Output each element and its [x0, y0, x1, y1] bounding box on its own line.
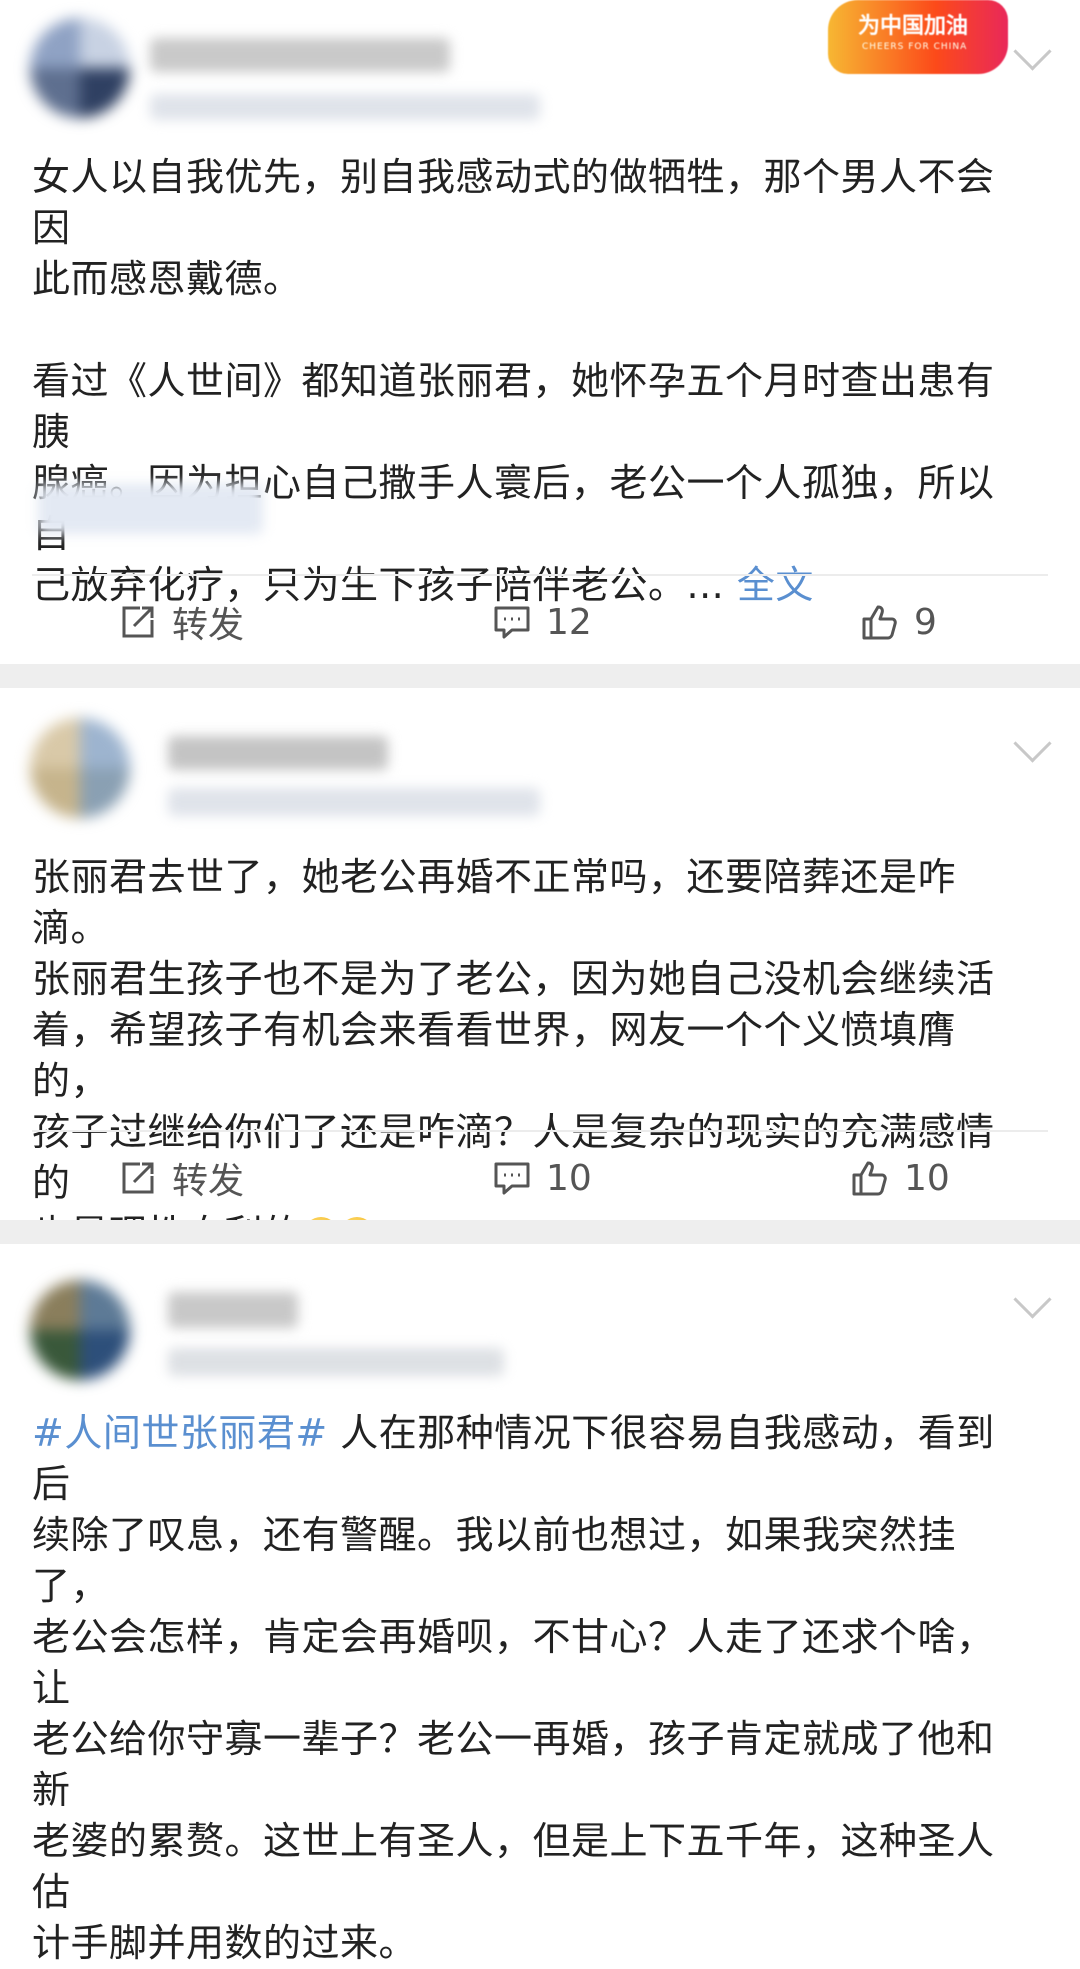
- avatar[interactable]: [30, 1280, 130, 1380]
- like-icon: [862, 605, 897, 640]
- like-button[interactable]: 10: [850, 1138, 950, 1218]
- action-bar: 转发 10 10: [0, 1138, 1080, 1218]
- repost-label: 转发: [172, 1161, 245, 1202]
- repost-button[interactable]: 转发: [118, 1138, 244, 1218]
- username[interactable]: [168, 1292, 298, 1328]
- post-meta: [150, 94, 540, 120]
- comment-icon: [494, 1162, 530, 1195]
- chevron-down-icon[interactable]: [1013, 1280, 1052, 1319]
- comment-count: 12: [546, 601, 592, 643]
- post-separator: [0, 1220, 1080, 1244]
- comment-button[interactable]: 12: [492, 582, 592, 662]
- comment-count: 10: [546, 1157, 592, 1199]
- like-count: 9: [914, 601, 937, 643]
- badge-subtext: CHEERS FOR CHINA: [862, 42, 968, 52]
- cheers-badge: 为中国加油 CHEERS FOR CHINA: [828, 0, 1008, 74]
- chevron-down-icon[interactable]: [1013, 724, 1052, 763]
- source-tag[interactable]: [38, 484, 263, 534]
- feed-post-3: #人间世张丽君# 人在那种情况下很容易自我感动，看到后 续除了叹息，还有警醒。我…: [0, 1244, 1080, 1965]
- post-separator: [0, 664, 1080, 688]
- post-text: 女人以自我优先，别自我感动式的做牺牲，那个男人不会因 此而感恩戴德。 看过《人世…: [32, 155, 995, 607]
- chevron-down-icon[interactable]: [1013, 32, 1052, 71]
- repost-label: 转发: [172, 605, 245, 646]
- hashtag-link[interactable]: #人间世张丽君#: [32, 1411, 328, 1455]
- avatar[interactable]: [30, 718, 130, 818]
- username[interactable]: [150, 38, 450, 72]
- like-icon: [852, 1161, 887, 1196]
- avatar[interactable]: [30, 18, 130, 118]
- like-count: 10: [904, 1157, 950, 1199]
- divider: [32, 1130, 1048, 1132]
- post-meta: [168, 1348, 504, 1376]
- username[interactable]: [168, 736, 388, 770]
- feed-post-2: 张丽君去世了，她老公再婚不正常吗，还要陪葬还是咋滴。 张丽君生孩子也不是为了老公…: [0, 688, 1080, 1256]
- repost-icon: [122, 606, 154, 638]
- badge-text: 为中国加油: [858, 14, 969, 39]
- like-button[interactable]: 9: [860, 582, 937, 662]
- comment-icon: [494, 606, 530, 639]
- feed-post-1: 为中国加油 CHEERS FOR CHINA 女人以自我优先，别自我感动式的做牺…: [0, 0, 1080, 660]
- repost-button[interactable]: 转发: [118, 582, 244, 662]
- post-text: #人间世张丽君# 人在那种情况下很容易自我感动，看到后 续除了叹息，还有警醒。我…: [32, 1411, 995, 1965]
- repost-icon: [122, 1162, 154, 1194]
- divider: [32, 574, 1048, 576]
- comment-button[interactable]: 10: [492, 1138, 592, 1218]
- action-bar: 转发 12 9: [0, 582, 1080, 662]
- post-meta: [168, 788, 540, 816]
